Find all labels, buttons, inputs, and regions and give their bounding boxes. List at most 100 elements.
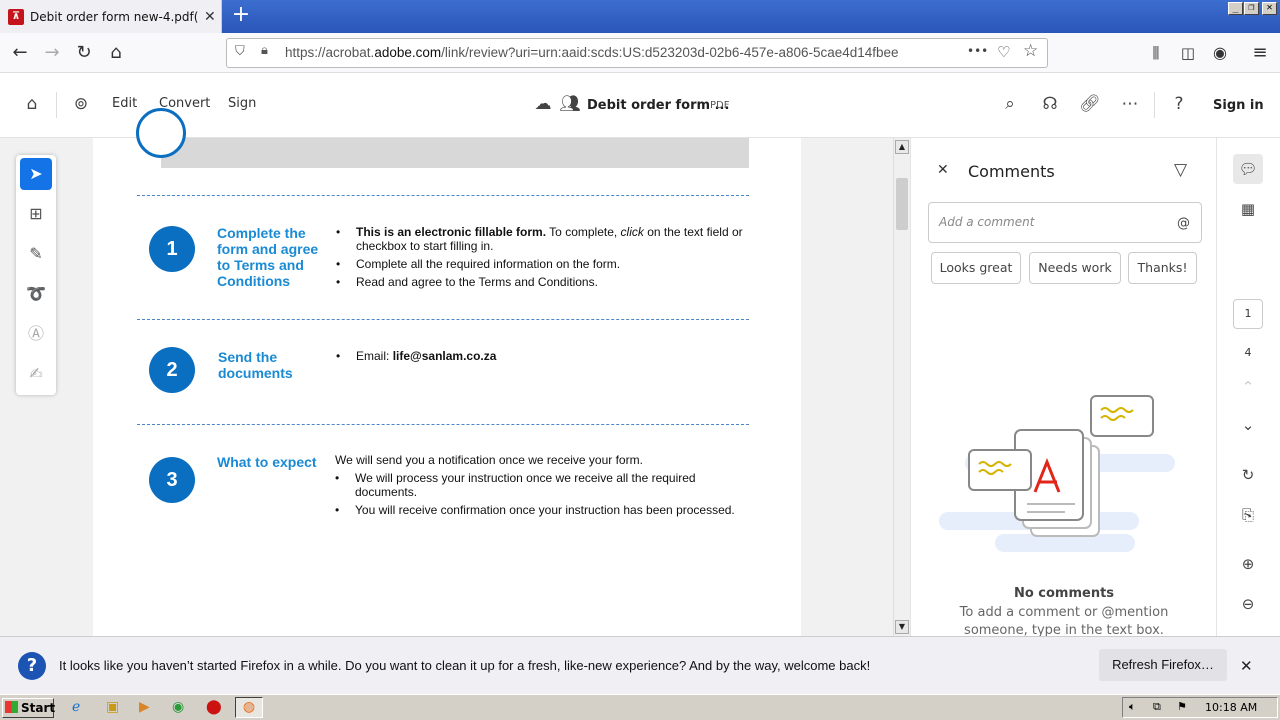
comments-title: Comments [968, 162, 1055, 181]
comment-input[interactable]: Add a comment [928, 202, 1202, 243]
menu-sign[interactable]: Sign [228, 96, 256, 111]
reload-icon[interactable]: ↻ [72, 41, 96, 65]
media-player-icon[interactable]: ▶ [139, 699, 150, 715]
zoom-out-icon[interactable]: ⊖ [1233, 589, 1263, 619]
close-comments-icon[interactable]: ✕ [937, 162, 949, 178]
select-tool-icon[interactable]: ➤ [20, 158, 52, 190]
more-icon[interactable]: ⋯ [1118, 92, 1142, 116]
question-icon: ? [18, 652, 46, 680]
pdf-icon: ⊼ [8, 8, 24, 25]
refresh-firefox-button[interactable]: Refresh Firefox… [1099, 649, 1227, 681]
add-comment-icon[interactable]: ⊞ [20, 198, 52, 230]
list-item: This is an electronic fillable form. To … [336, 225, 746, 253]
current-page-field[interactable]: 1 [1233, 299, 1263, 329]
search-icon[interactable]: ⌕ [998, 92, 1022, 116]
chrome-icon[interactable]: ◉ [172, 699, 184, 715]
close-window-button[interactable]: ✕ [1262, 2, 1277, 15]
divider [1154, 92, 1155, 118]
quick-reply-needs-work[interactable]: Needs work [1029, 252, 1121, 284]
firefox-notification-bar: ? It looks like you haven’t started Fire… [0, 636, 1280, 694]
pocket-icon[interactable]: ♡ [997, 43, 1010, 61]
step-2-heading: Send the documents [218, 349, 293, 381]
browser-tab[interactable]: ⊼ Debit order form new-4.pdf(Revie ✕ [0, 0, 222, 33]
clock[interactable]: 10:18 AM [1205, 701, 1257, 714]
zoom-in-icon[interactable]: ⊕ [1233, 549, 1263, 579]
system-tray: 🔈︎ ⧉ ⚑ 10:18 AM [1122, 697, 1278, 718]
grey-banner [161, 138, 749, 168]
lock-icon[interactable]: 🔒︎ [261, 43, 268, 58]
list-item: Email: life@sanlam.co.za [336, 349, 746, 363]
thumbnails-icon[interactable]: ▦ [1233, 194, 1263, 224]
doc-type-badge: PDF [710, 100, 730, 111]
quick-reply-thanks[interactable]: Thanks! [1128, 252, 1197, 284]
filter-icon[interactable]: ▽ [1174, 160, 1187, 180]
recent-icon[interactable]: ⊚ [69, 92, 93, 116]
step-number-3: 3 [149, 457, 195, 503]
step-1-list: This is an electronic fillable form. To … [336, 225, 746, 293]
link-icon[interactable]: 🔗︎ [1078, 92, 1102, 116]
back-arrow-icon[interactable]: ← [8, 41, 32, 65]
scroll-down-arrow-icon[interactable]: ▼ [895, 620, 909, 634]
page-fit-icon[interactable]: ⎘ [1233, 500, 1263, 530]
list-item: Read and agree to the Terms and Conditio… [336, 275, 746, 289]
bookmark-star-icon[interactable]: ☆ [1023, 41, 1038, 61]
pdf-page: 1 Complete the form and agree to Terms a… [93, 108, 801, 636]
menu-icon[interactable]: ≡ [1248, 41, 1272, 65]
network-icon[interactable]: ⧉ [1153, 700, 1161, 714]
firefox-taskbar-icon[interactable]: ◍ [235, 697, 263, 718]
url-bar[interactable]: ⛉ 🔒︎ https://acrobat.adobe.com/link/revi… [226, 38, 1048, 68]
new-tab-button[interactable]: + [230, 4, 252, 28]
help-icon[interactable]: ? [1167, 92, 1191, 116]
flag-icon[interactable]: ⚑ [1177, 700, 1187, 713]
add-text-icon[interactable]: Ⓐ [20, 318, 52, 350]
section-circle-icon [136, 108, 186, 158]
previous-page-icon[interactable]: ⌃ [1233, 372, 1263, 402]
sidebar-icon[interactable]: ◫ [1176, 41, 1200, 65]
shield-icon[interactable]: ⛉ [235, 44, 245, 59]
section-divider [137, 424, 749, 425]
acrobat-home-icon[interactable]: ⌂ [20, 92, 44, 116]
document-scrollbar[interactable]: ▲ ▼ [893, 138, 910, 636]
sign-tool-icon[interactable]: ✍ [20, 358, 52, 390]
quick-reply-looks-great[interactable]: Looks great [931, 252, 1021, 284]
no-comments-hint: To add a comment or @mention someone, ty… [959, 605, 1169, 638]
read-aloud-icon[interactable]: ☊ [1038, 92, 1062, 116]
close-notification-icon[interactable]: ✕ [1240, 657, 1253, 675]
shared-users-icon: 👥︎ [559, 94, 581, 114]
minimize-button[interactable]: _ [1228, 2, 1243, 15]
step-3-intro: We will send you a notification once we … [335, 453, 643, 467]
list-item: You will receive confirmation once your … [335, 503, 755, 517]
ie-icon[interactable]: ℯ [72, 699, 80, 715]
next-page-icon[interactable]: ⌄ [1233, 410, 1263, 440]
acrobat-header: ⌂ ⊚ Edit Convert Sign ☁ 👥︎ Debit order f… [0, 74, 1280, 138]
no-comments-title: No comments [1013, 586, 1115, 601]
comments-panel-icon[interactable]: 💬︎ [1233, 154, 1263, 184]
forward-arrow-icon[interactable]: → [40, 41, 64, 65]
step-3-list: We will send you a notification once we … [335, 453, 755, 521]
explorer-icon[interactable]: ▣ [106, 699, 119, 715]
highlight-pen-icon[interactable]: ✎ [20, 238, 52, 270]
restore-button[interactable]: ❐ [1244, 2, 1259, 15]
cloud-icon: ☁ [534, 94, 552, 114]
draw-freehand-icon[interactable]: ➰ [20, 278, 52, 310]
scroll-up-arrow-icon[interactable]: ▲ [895, 140, 909, 154]
comments-panel: ✕ Comments ▽ Add a comment @ Looks great… [910, 138, 1216, 638]
sign-in-button[interactable]: Sign in [1213, 98, 1264, 113]
tab-close-icon[interactable]: ✕ [204, 9, 216, 25]
step-1-heading: Complete the form and agree to Terms and… [217, 225, 319, 289]
step-number-1: 1 [149, 226, 195, 272]
home-icon[interactable]: ⌂ [104, 41, 128, 65]
url-text[interactable]: https://acrobat.adobe.com/link/review?ur… [285, 45, 899, 60]
account-icon[interactable]: ◉ [1208, 41, 1232, 65]
rotate-icon[interactable]: ↻ [1233, 460, 1263, 490]
mention-icon[interactable]: @ [1177, 216, 1190, 231]
document-title[interactable]: Debit order form ... [587, 98, 729, 113]
no-comments-illustration [939, 395, 1175, 552]
scroll-thumb[interactable] [896, 178, 908, 230]
step-number-2: 2 [149, 347, 195, 393]
page-actions-icon[interactable]: ••• [967, 44, 988, 58]
menu-edit[interactable]: Edit [112, 96, 137, 111]
library-icon[interactable]: ⫼ [1144, 41, 1168, 65]
opera-icon[interactable]: ⬤ [206, 699, 222, 715]
volume-icon[interactable]: 🔈︎ [1129, 700, 1136, 714]
